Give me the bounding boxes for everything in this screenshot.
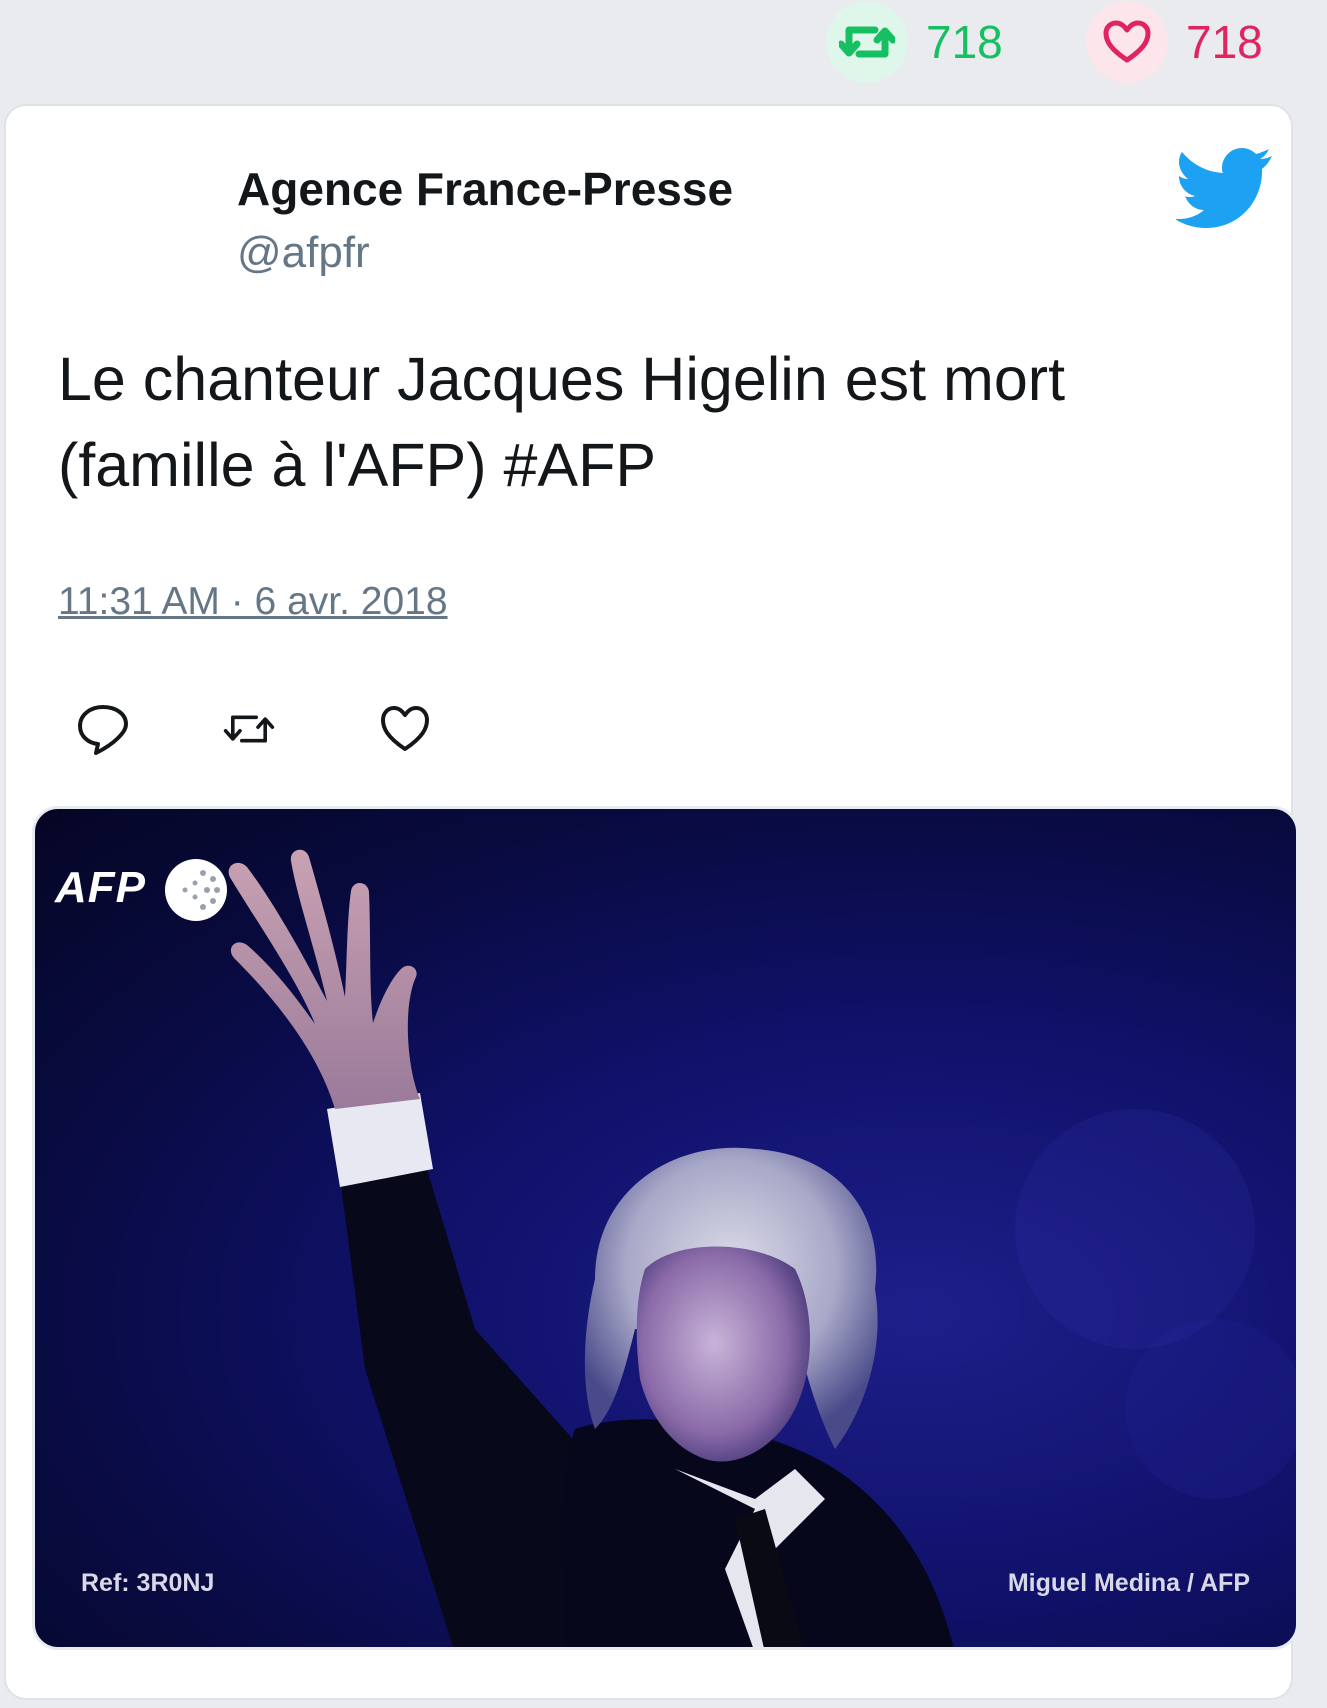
retweet-icon[interactable] (826, 1, 908, 83)
author-name[interactable]: Agence France-Presse (237, 162, 733, 216)
heart-icon[interactable] (1086, 1, 1168, 83)
afp-logo: AFP (55, 863, 146, 912)
tweet-photo[interactable]: AFP Ref: 3R0NJ Miguel Medina / AFP (32, 806, 1299, 1650)
afp-globe-icon (165, 859, 227, 921)
engagement-stats: 718 718 (0, 0, 1327, 90)
tweet-text: Le chanteur Jacques Higelin est mort (fa… (58, 345, 1066, 499)
tweet-card[interactable]: Agence France-Presse @afpfr Le chanteur … (4, 104, 1299, 1700)
photo-ref: Ref: 3R0NJ (81, 1569, 215, 1597)
reply-icon[interactable] (76, 702, 130, 756)
retweet-icon[interactable] (222, 702, 276, 756)
tweet-timestamp[interactable]: 11:31 AM · 6 avr. 2018 (58, 580, 448, 624)
like-count: 718 (1186, 16, 1263, 68)
like-icon[interactable] (378, 702, 432, 756)
retweet-count: 718 (926, 16, 1003, 68)
author-handle[interactable]: @afpfr (237, 228, 370, 278)
like-stat[interactable]: 718 (1086, 0, 1263, 84)
photo-credit: Miguel Medina / AFP (1007, 1569, 1250, 1597)
retweet-stat[interactable]: 718 (826, 0, 1003, 84)
twitter-bird-icon[interactable] (1176, 146, 1274, 228)
photo-scene (228, 849, 1296, 1647)
